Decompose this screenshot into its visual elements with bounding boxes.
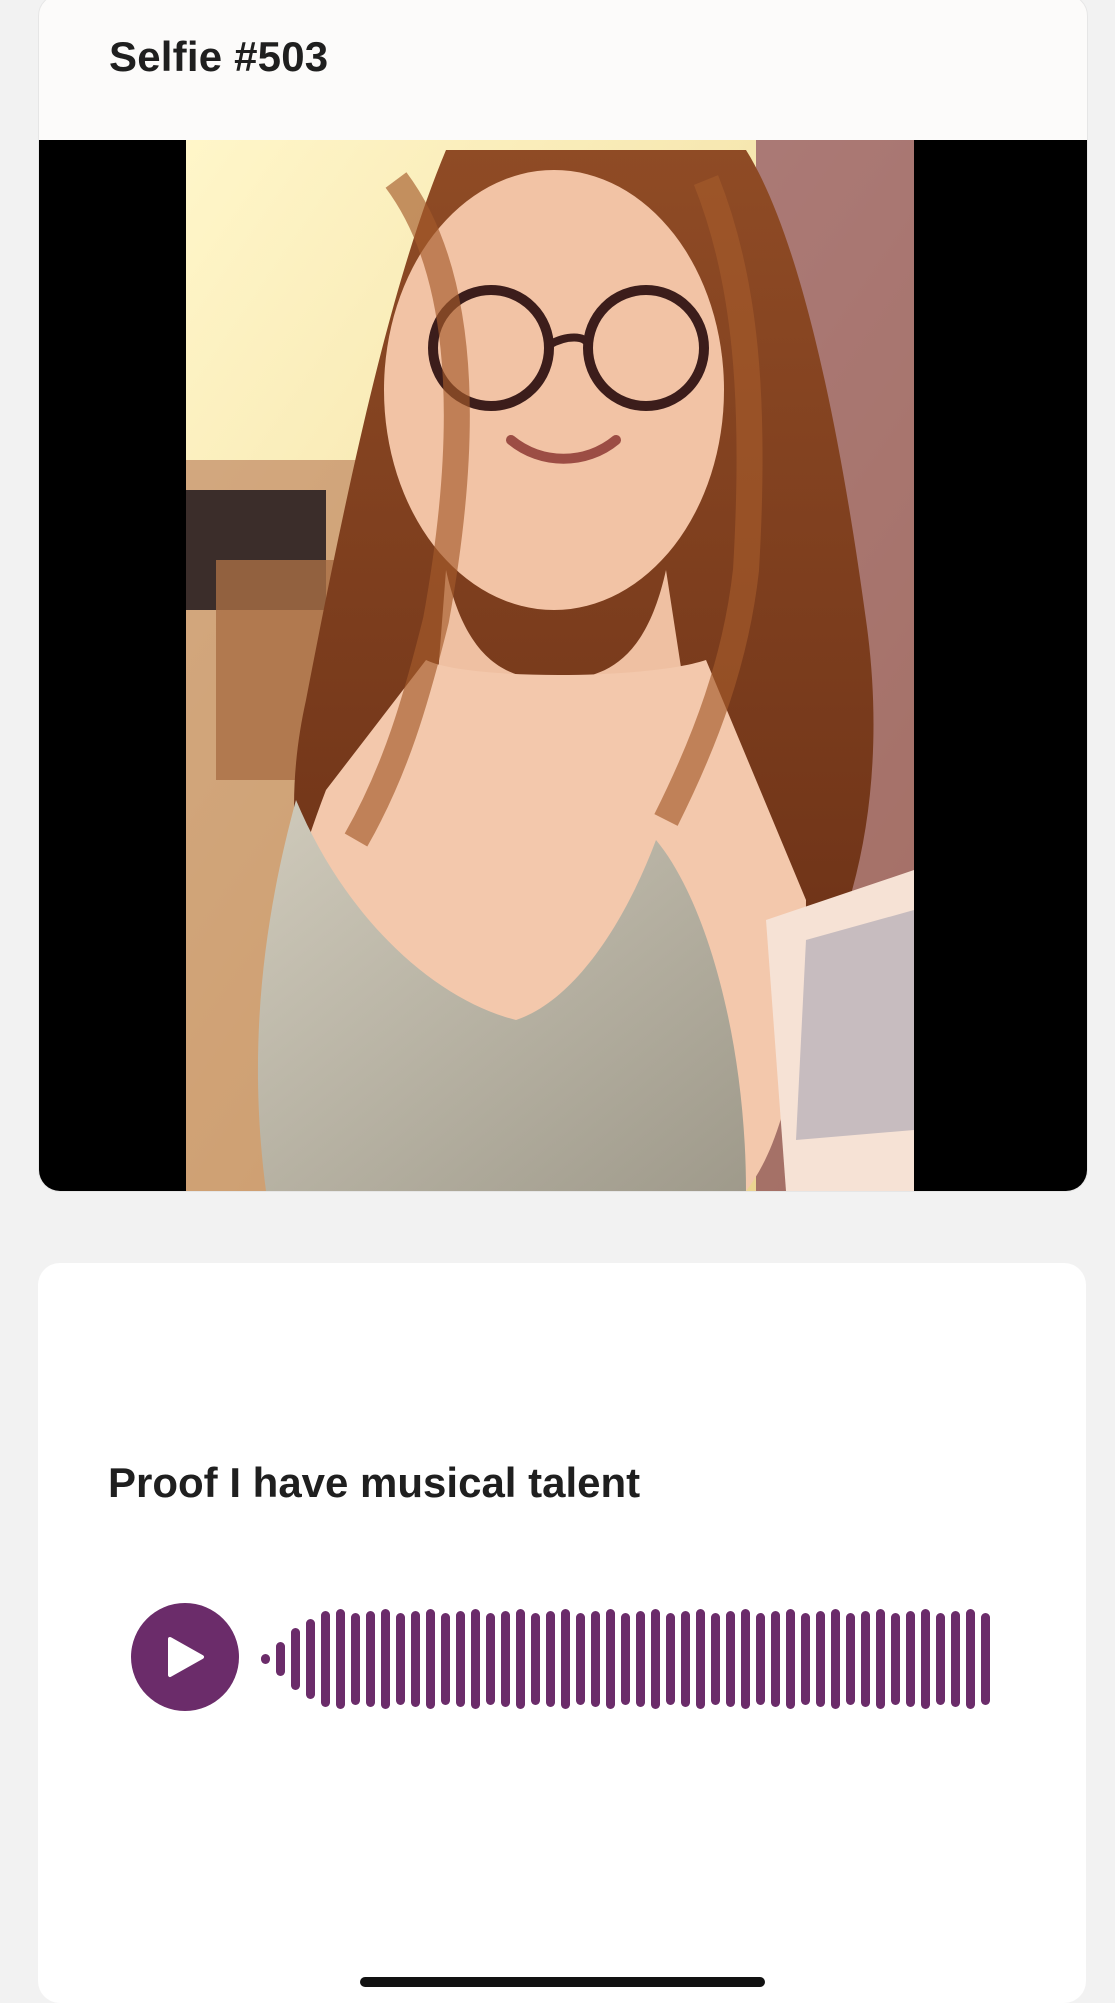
waveform-bar xyxy=(351,1612,360,1705)
waveform-bar xyxy=(726,1610,735,1707)
waveform-bar xyxy=(531,1612,540,1705)
waveform-bar xyxy=(621,1612,630,1705)
waveform-bar xyxy=(666,1612,675,1705)
waveform-bar xyxy=(471,1608,480,1709)
waveform-bar xyxy=(261,1653,270,1664)
waveform-bar xyxy=(771,1610,780,1707)
waveform-bar xyxy=(876,1608,885,1709)
waveform-bar xyxy=(426,1608,435,1709)
waveform-bar xyxy=(756,1612,765,1705)
waveform-bar xyxy=(336,1608,345,1709)
play-button[interactable] xyxy=(131,1603,239,1711)
waveform-bar xyxy=(546,1610,555,1707)
waveform-bar xyxy=(561,1608,570,1709)
photo-frame[interactable] xyxy=(39,140,1087,1191)
prompt-text: Proof I have musical talent xyxy=(108,1459,641,1506)
waveform-bar xyxy=(801,1612,810,1705)
waveform-bar xyxy=(981,1612,990,1705)
selfie-title: Selfie #503 xyxy=(109,33,329,80)
waveform-bar xyxy=(921,1608,930,1709)
waveform-bar xyxy=(576,1612,585,1705)
waveform-bar xyxy=(816,1610,825,1707)
waveform-bar xyxy=(696,1608,705,1709)
waveform-bar xyxy=(966,1608,975,1709)
play-icon xyxy=(168,1637,204,1677)
waveform-bar xyxy=(516,1608,525,1709)
waveform-bar xyxy=(366,1610,375,1707)
waveform-bar xyxy=(846,1612,855,1705)
waveform-bar xyxy=(636,1610,645,1707)
waveform-bar xyxy=(456,1610,465,1707)
waveform-bar xyxy=(861,1610,870,1707)
waveform-bar xyxy=(306,1618,315,1699)
waveform-bar xyxy=(381,1608,390,1709)
waveform-bar xyxy=(591,1610,600,1707)
waveform-bar xyxy=(276,1641,285,1676)
waveform-bar xyxy=(321,1610,330,1707)
waveform-bar xyxy=(891,1612,900,1705)
waveform-bar xyxy=(711,1612,720,1705)
audio-prompt-card: Proof I have musical talent xyxy=(38,1263,1086,2003)
waveform-bar xyxy=(741,1608,750,1709)
voice-note-player xyxy=(131,1601,1011,1716)
waveform-bar xyxy=(411,1610,420,1707)
waveform-bar xyxy=(651,1608,660,1709)
selfie-card: Selfie #503 xyxy=(38,0,1088,1192)
waveform-bar xyxy=(291,1627,300,1690)
waveform-bar xyxy=(786,1608,795,1709)
waveform-bar xyxy=(396,1612,405,1705)
waveform-bar xyxy=(681,1610,690,1707)
waveform-bar xyxy=(501,1610,510,1707)
selfie-illustration xyxy=(186,140,914,1191)
waveform-bar xyxy=(906,1610,915,1707)
waveform-bar xyxy=(831,1608,840,1709)
waveform-icon[interactable] xyxy=(261,1601,1001,1716)
selfie-photo[interactable] xyxy=(186,140,914,1191)
waveform-bar xyxy=(486,1612,495,1705)
waveform-bar xyxy=(951,1610,960,1707)
waveform-bar xyxy=(936,1612,945,1705)
waveform-bar xyxy=(441,1612,450,1705)
waveform-bar xyxy=(606,1608,615,1709)
